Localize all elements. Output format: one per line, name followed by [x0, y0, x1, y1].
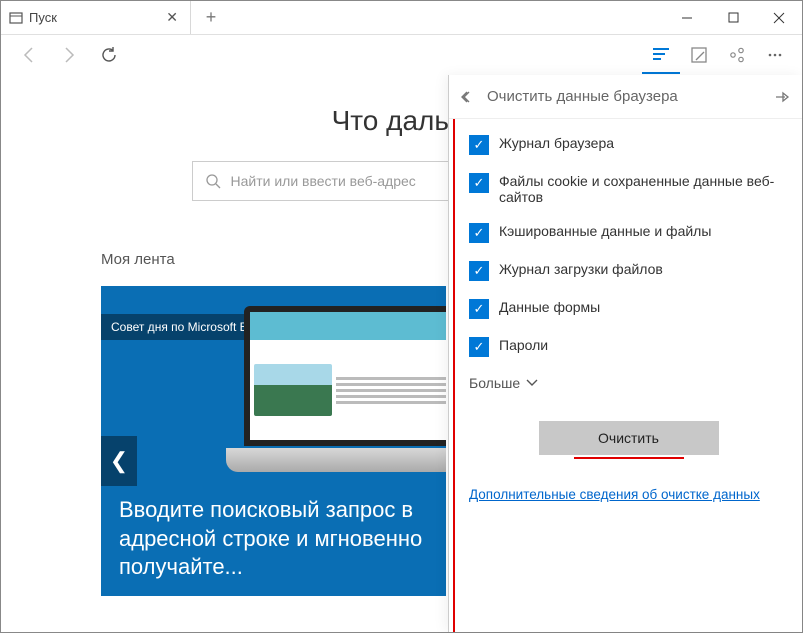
checkbox-label: Пароли	[499, 337, 548, 353]
more-label: Больше	[469, 375, 520, 391]
checkbox-label: Журнал браузера	[499, 135, 614, 151]
checkbox-label: Кэшированные данные и файлы	[499, 223, 711, 239]
checkbox-label: Журнал загрузки файлов	[499, 261, 663, 277]
browser-tab[interactable]: Пуск ✕	[1, 1, 191, 34]
new-tab-button[interactable]: +	[191, 1, 231, 34]
checkbox-label: Файлы cookie и сохраненные данные веб-са…	[499, 173, 788, 205]
clear-button[interactable]: Очистить	[539, 421, 719, 455]
checkbox-label: Данные формы	[499, 299, 600, 315]
chevron-down-icon	[526, 379, 538, 387]
more-button[interactable]	[756, 36, 794, 74]
refresh-button[interactable]	[89, 35, 129, 75]
pin-button[interactable]	[774, 90, 790, 104]
checkbox-checked-icon[interactable]: ✓	[469, 337, 489, 357]
laptop-illustration	[226, 306, 446, 486]
window-controls	[664, 1, 802, 34]
checkbox-checked-icon[interactable]: ✓	[469, 261, 489, 281]
panel-header: Очистить данные браузера	[449, 75, 802, 119]
checkbox-checked-icon[interactable]: ✓	[469, 173, 489, 193]
clear-data-panel: Очистить данные браузера ✓ Журнал браузер…	[448, 75, 802, 632]
minimize-button[interactable]	[664, 1, 710, 34]
checkbox-row[interactable]: ✓ Данные формы	[469, 299, 788, 319]
panel-title: Очистить данные браузера	[487, 88, 678, 105]
feed-card[interactable]: Совет дня по Microsoft Edge ❮ Вводите по…	[101, 286, 446, 596]
more-toggle[interactable]: Больше	[469, 375, 788, 391]
maximize-button[interactable]	[710, 1, 756, 34]
more-info-link[interactable]: Дополнительные сведения об очистке данны…	[469, 487, 788, 502]
checkbox-checked-icon[interactable]: ✓	[469, 223, 489, 243]
search-icon	[205, 173, 221, 189]
checkbox-row[interactable]: ✓ Кэшированные данные и файлы	[469, 223, 788, 243]
panel-back-button[interactable]	[461, 90, 477, 104]
hub-button[interactable]	[642, 36, 680, 74]
checkbox-checked-icon[interactable]: ✓	[469, 135, 489, 155]
back-button[interactable]	[9, 35, 49, 75]
forward-button[interactable]	[49, 35, 89, 75]
card-text: Вводите поисковый запрос в адресной стро…	[119, 496, 436, 582]
checkbox-row[interactable]: ✓ Файлы cookie и сохраненные данные веб-с…	[469, 173, 788, 205]
titlebar: Пуск ✕ +	[1, 1, 802, 35]
card-prev-arrow[interactable]: ❮	[101, 436, 137, 486]
toolbar	[1, 35, 802, 75]
tab-title: Пуск	[29, 10, 57, 25]
note-button[interactable]	[680, 36, 718, 74]
close-window-button[interactable]	[756, 1, 802, 34]
window-icon	[9, 11, 23, 25]
annotation-underline	[574, 457, 684, 459]
checkbox-row[interactable]: ✓ Журнал загрузки файлов	[469, 261, 788, 281]
checkbox-checked-icon[interactable]: ✓	[469, 299, 489, 319]
share-button[interactable]	[718, 36, 756, 74]
checkbox-row[interactable]: ✓ Журнал браузера	[469, 135, 788, 155]
tab-close-button[interactable]: ✕	[162, 9, 182, 26]
checkbox-row[interactable]: ✓ Пароли	[469, 337, 788, 357]
panel-body: ✓ Журнал браузера ✓ Файлы cookie и сохране…	[453, 119, 802, 632]
